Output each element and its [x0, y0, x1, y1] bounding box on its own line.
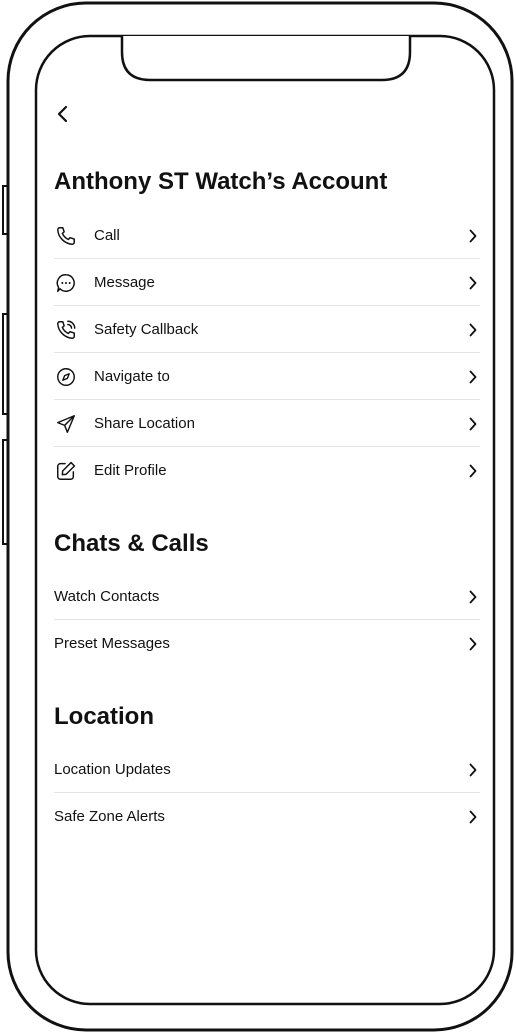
chevron-right-icon	[466, 323, 480, 337]
send-location-icon	[54, 412, 78, 436]
row-navigate-to-label: Navigate to	[94, 368, 170, 385]
chevron-right-icon	[466, 637, 480, 651]
edit-icon	[54, 459, 78, 483]
row-share-location[interactable]: Share Location	[54, 400, 484, 447]
chevron-right-icon	[466, 464, 480, 478]
row-share-location-label: Share Location	[94, 415, 195, 432]
chevron-right-icon	[466, 417, 480, 431]
message-bubble-icon	[54, 271, 78, 295]
row-message[interactable]: Message	[54, 259, 484, 306]
chevron-right-icon	[466, 229, 480, 243]
row-edit-profile-label: Edit Profile	[94, 462, 167, 479]
chevron-right-icon	[466, 276, 480, 290]
row-safe-zone-alerts[interactable]: Safe Zone Alerts	[54, 793, 484, 840]
chevron-left-icon	[57, 105, 68, 123]
row-preset-messages-label: Preset Messages	[54, 635, 170, 652]
chevron-right-icon	[466, 810, 480, 824]
back-button[interactable]	[48, 100, 76, 128]
phone-icon	[54, 224, 78, 248]
row-watch-contacts-label: Watch Contacts	[54, 588, 160, 605]
phone-callback-icon	[54, 318, 78, 342]
location-section-title: Location	[54, 703, 154, 730]
row-call-label: Call	[94, 227, 120, 244]
chats-section-title: Chats & Calls	[54, 530, 209, 557]
row-safety-callback[interactable]: Safety Callback	[54, 306, 484, 353]
row-watch-contacts[interactable]: Watch Contacts	[54, 573, 484, 620]
row-message-label: Message	[94, 274, 155, 291]
row-preset-messages[interactable]: Preset Messages	[54, 620, 484, 667]
row-location-updates-label: Location Updates	[54, 761, 171, 778]
row-safety-callback-label: Safety Callback	[94, 321, 199, 338]
phone-frame	[2, 1, 514, 1032]
chevron-right-icon	[466, 763, 480, 777]
row-navigate-to[interactable]: Navigate to	[54, 353, 484, 400]
compass-icon	[54, 365, 78, 389]
row-call[interactable]: Call	[54, 212, 484, 259]
account-section-title: Anthony ST Watch’s Account	[54, 168, 388, 195]
row-safe-zone-alerts-label: Safe Zone Alerts	[54, 808, 165, 825]
row-location-updates[interactable]: Location Updates	[54, 746, 484, 793]
row-edit-profile[interactable]: Edit Profile	[54, 447, 484, 494]
chevron-right-icon	[466, 370, 480, 384]
chevron-right-icon	[466, 590, 480, 604]
